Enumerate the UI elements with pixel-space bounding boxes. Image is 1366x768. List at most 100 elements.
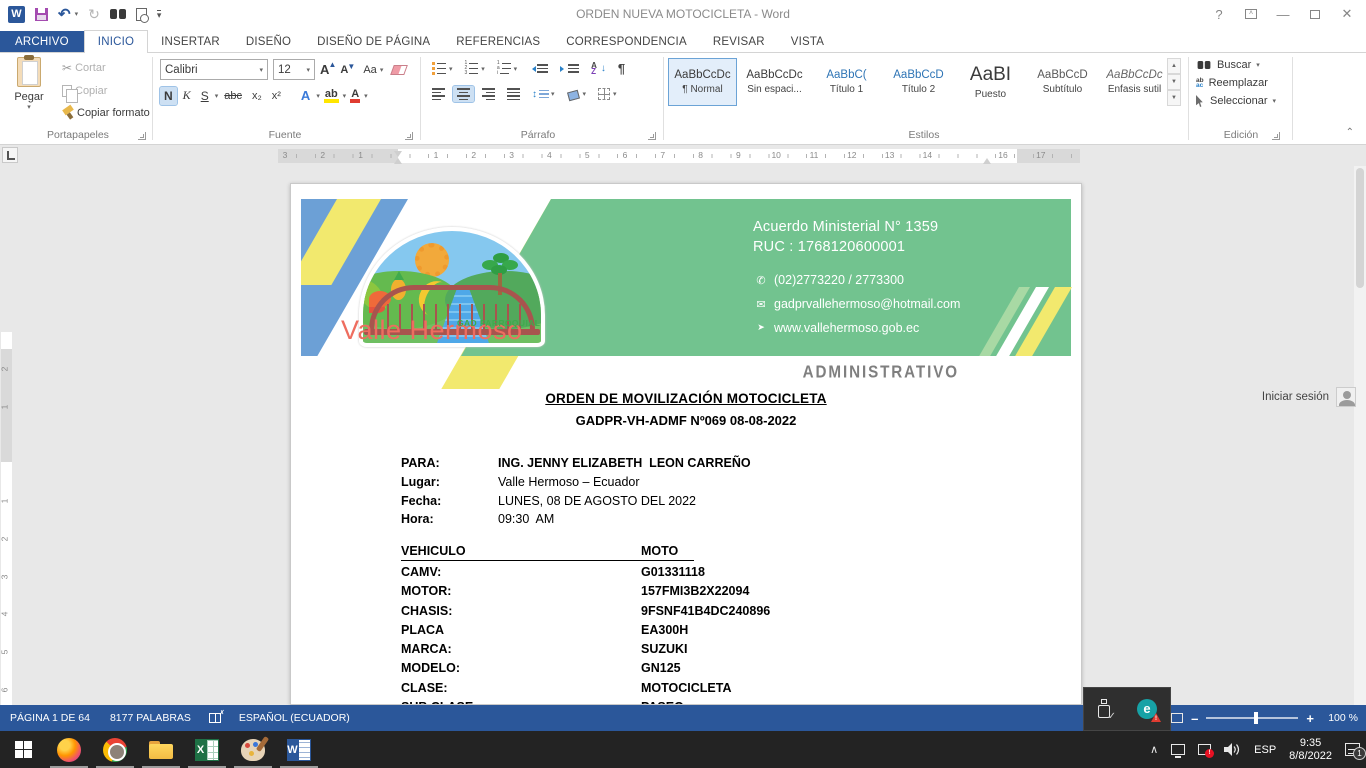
first-line-indent-marker[interactable] (394, 151, 402, 157)
hanging-indent-marker[interactable] (394, 158, 402, 164)
font-family-select[interactable]: Calibri▾ (160, 59, 268, 80)
read-mode-button[interactable] (1171, 713, 1183, 723)
taskbar-word[interactable]: W (276, 731, 322, 768)
customize-qat-button[interactable]: ▾ (157, 10, 162, 18)
font-color-dropdown-icon[interactable]: ▾ (364, 92, 368, 100)
ribbon-tab[interactable]: DISEÑO DE PÁGINA (304, 31, 443, 52)
sort-button[interactable]: AZ↓ (587, 61, 610, 77)
save-button[interactable] (35, 8, 48, 21)
word-app-icon[interactable]: W (8, 6, 25, 23)
zoom-out-button[interactable]: – (1191, 711, 1198, 726)
change-case-button[interactable]: Aa▾ (359, 62, 387, 78)
style-item[interactable]: AaBbCcD Título 2 (884, 58, 953, 106)
ribbon-tab[interactable]: REFERENCIAS (443, 31, 553, 52)
style-item[interactable]: AaBbCcD Subtítulo (1028, 58, 1097, 106)
increase-indent-button[interactable] (556, 62, 583, 75)
word-count[interactable]: 8177 PALABRAS (100, 712, 201, 724)
ribbon-tab[interactable]: ARCHIVO (0, 31, 84, 52)
start-button[interactable] (0, 731, 46, 768)
tab-selector[interactable] (2, 147, 18, 163)
styles-scroll-down[interactable]: ▼ (1167, 74, 1181, 90)
shrink-font-button[interactable]: A▼ (340, 64, 354, 76)
taskbar-explorer[interactable] (138, 731, 184, 768)
style-item[interactable]: AaBbCcDc Énfasis sutil (1100, 58, 1169, 106)
find-button[interactable] (110, 9, 126, 19)
paragraph-dialog-launcher[interactable] (648, 132, 656, 140)
format-painter-button[interactable]: Copiar formato (58, 105, 154, 121)
clipboard-dialog-launcher[interactable] (138, 132, 146, 140)
ribbon-tab[interactable]: DISEÑO (233, 31, 304, 52)
taskbar-excel[interactable]: X (184, 731, 230, 768)
shading-button[interactable]: ▾ (563, 87, 591, 102)
taskbar-firefox[interactable] (46, 731, 92, 768)
styles-gallery-expand[interactable]: ▼ (1167, 90, 1181, 106)
minimize-button[interactable]: — (1268, 3, 1298, 25)
zoom-slider-thumb[interactable] (1254, 712, 1258, 724)
paste-dropdown-icon[interactable]: ▾ (8, 103, 50, 111)
align-center-button[interactable] (453, 86, 474, 102)
print-preview-button[interactable] (136, 8, 147, 21)
text-effects-dropdown-icon[interactable]: ▾ (316, 92, 320, 100)
numbering-button[interactable]: ▾ (461, 60, 489, 77)
ribbon-tab[interactable]: CORRESPONDENCIA (553, 31, 700, 52)
redo-button[interactable]: ↻ (88, 7, 100, 21)
page-indicator[interactable]: PÁGINA 1 DE 64 (0, 712, 100, 724)
text-effects-button[interactable]: A (297, 86, 314, 105)
cut-button[interactable]: ✂Cortar (58, 59, 154, 77)
scrollbar-thumb[interactable] (1356, 168, 1364, 288)
right-indent-marker[interactable] (983, 158, 991, 164)
ribbon-tab[interactable]: INSERTAR (148, 31, 233, 52)
tray-expand-chevron[interactable]: ∧ (1150, 743, 1158, 756)
security-alert-icon[interactable]: ! (1198, 744, 1211, 755)
line-spacing-button[interactable]: ↕▾ (528, 87, 559, 102)
underline-button[interactable]: S (197, 87, 213, 105)
underline-dropdown-icon[interactable]: ▾ (215, 92, 219, 100)
document-page[interactable]: Valle Hermoso GAD PARROQUIAL Acuerdo Min… (290, 183, 1082, 705)
align-left-button[interactable] (428, 86, 449, 102)
strikethrough-button[interactable]: abc (220, 88, 246, 104)
vertical-ruler[interactable]: 21 12345678910 (1, 332, 12, 768)
paste-button[interactable]: Pegar ▾ (8, 57, 50, 129)
language-indicator[interactable]: ESPAÑOL (ECUADOR) (229, 712, 360, 724)
ribbon-tab[interactable]: REVISAR (700, 31, 778, 52)
font-size-select[interactable]: 12▾ (273, 59, 315, 80)
undo-dropdown-icon[interactable]: ▾ (75, 10, 79, 18)
italic-button[interactable]: K (179, 86, 195, 105)
usb-device-icon[interactable]: ✓ (1097, 699, 1111, 719)
help-button[interactable]: ? (1204, 3, 1234, 25)
clear-formatting-button[interactable] (391, 65, 409, 75)
taskbar-chrome[interactable] (92, 731, 138, 768)
grow-font-button[interactable]: A▲ (320, 62, 335, 77)
style-item[interactable]: AaBbC( Título 1 (812, 58, 881, 106)
subscript-button[interactable]: x₂ (248, 88, 266, 104)
highlight-dropdown-icon[interactable]: ▾ (343, 92, 347, 100)
style-item[interactable]: AaBbCcDc Sin espaci... (740, 58, 809, 106)
superscript-button[interactable]: x² (268, 88, 285, 104)
ribbon-tab[interactable]: INICIO (84, 30, 148, 53)
bullets-button[interactable]: ▾ (428, 60, 457, 77)
show-paragraph-marks-button[interactable]: ¶ (614, 59, 629, 78)
input-language[interactable]: ESP (1254, 744, 1276, 756)
restore-button[interactable] (1300, 3, 1330, 25)
ribbon-display-options-button[interactable]: ˄ (1236, 3, 1266, 25)
proofing-errors-icon[interactable] (209, 713, 221, 723)
font-color-button[interactable]: A (348, 87, 362, 104)
antivirus-icon[interactable]: e! (1137, 699, 1157, 719)
font-dialog-launcher[interactable] (405, 132, 413, 140)
ribbon-tab[interactable]: VISTA (778, 31, 837, 52)
sign-in[interactable]: Iniciar sesión (1262, 30, 1356, 764)
borders-button[interactable]: ▾ (594, 86, 621, 102)
horizontal-ruler[interactable]: 321 1234567891011121314 1617 (278, 149, 1080, 163)
close-button[interactable]: ✕ (1332, 3, 1362, 25)
style-item[interactable]: AaBI Puesto (956, 58, 1025, 106)
copy-button[interactable]: Copiar (58, 83, 154, 99)
justify-button[interactable] (503, 86, 524, 102)
style-item[interactable]: AaBbCcDc ¶ Normal (668, 58, 737, 106)
multilevel-list-button[interactable]: ▾ (493, 60, 521, 77)
highlight-button[interactable]: ab (322, 87, 341, 104)
bold-button[interactable]: N (160, 87, 177, 105)
network-icon[interactable] (1171, 744, 1185, 755)
volume-icon[interactable] (1224, 743, 1241, 756)
align-right-button[interactable] (478, 86, 499, 102)
action-center-icon[interactable]: 1 (1345, 743, 1360, 756)
